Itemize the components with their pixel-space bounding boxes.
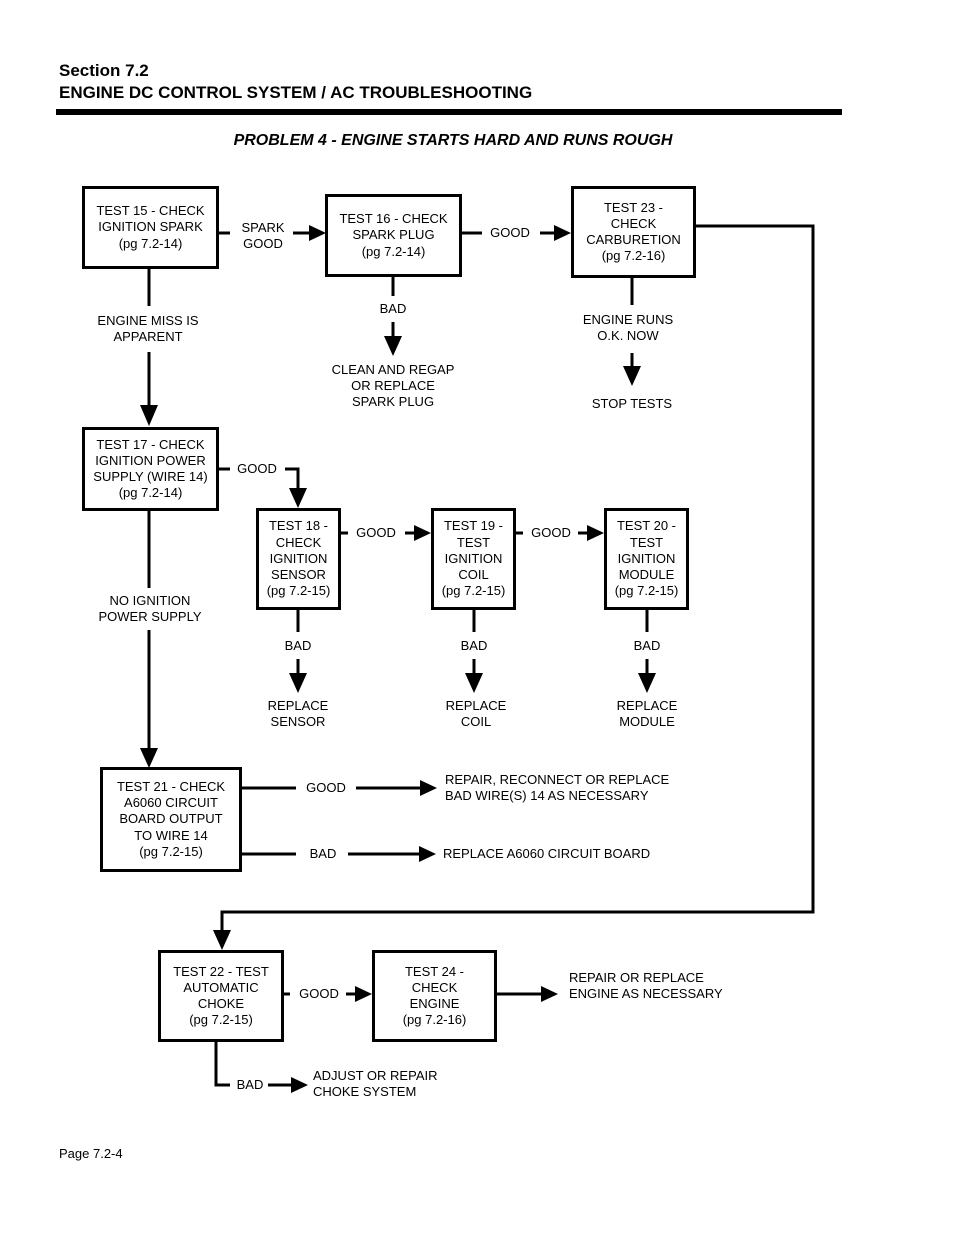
arrowhead-21-bad [419, 846, 436, 862]
label-no-ignition-power: NO IGNITION POWER SUPPLY [90, 593, 210, 626]
result-stop-tests: STOP TESTS [582, 396, 682, 413]
result-replace-sensor: REPLACE SENSOR [258, 698, 338, 731]
arrowhead-22-bad [291, 1077, 308, 1093]
test-20-box: TEST 20 - TEST IGNITION MODULE (pg 7.2-1… [604, 508, 689, 610]
label-bad-19: BAD [454, 638, 494, 655]
arrowhead-16-bad [384, 336, 402, 356]
test-21-box: TEST 21 - CHECK A6060 CIRCUIT BOARD OUTP… [100, 767, 242, 872]
result-replace-coil: REPLACE COIL [436, 698, 516, 731]
arrowhead-23-ok [623, 366, 641, 386]
label-engine-miss: ENGINE MISS IS APPARENT [82, 313, 214, 346]
label-spark-good: SPARK GOOD [235, 220, 291, 253]
arrowhead-19-20 [587, 525, 604, 541]
arrowhead-16-23 [554, 225, 571, 241]
test-23-box: TEST 23 - CHECK CARBURETION (pg 7.2-16) [571, 186, 696, 278]
test-16-box: TEST 16 - CHECK SPARK PLUG (pg 7.2-14) [325, 194, 462, 277]
label-good-18-19: GOOD [350, 525, 402, 542]
result-adjust-choke: ADJUST OR REPAIR CHOKE SYSTEM [313, 1068, 438, 1101]
connector-22-bad [214, 1041, 230, 1087]
page-number: Page 7.2-4 [59, 1146, 123, 1161]
arrowhead-17-21 [140, 748, 158, 768]
label-bad-18: BAD [278, 638, 318, 655]
label-good-19-20: GOOD [525, 525, 577, 542]
label-bad-22: BAD [232, 1077, 268, 1094]
arrowhead-17-18 [289, 488, 307, 508]
result-replace-module: REPLACE MODULE [607, 698, 687, 731]
test-17-box: TEST 17 - CHECK IGNITION POWER SUPPLY (W… [82, 427, 219, 511]
label-bad-20: BAD [627, 638, 667, 655]
arrowhead-20-bad [638, 673, 656, 693]
test-18-box: TEST 18 - CHECK IGNITION SENSOR (pg 7.2-… [256, 508, 341, 610]
label-good-17-18: GOOD [232, 461, 282, 478]
label-good-22-24: GOOD [294, 986, 344, 1003]
result-repair-engine: REPAIR OR REPLACE ENGINE AS NECESSARY [569, 970, 723, 1003]
arrowhead-19-bad [465, 673, 483, 693]
label-bad-21: BAD [302, 846, 344, 863]
arrowhead-21-good [420, 780, 437, 796]
arrowhead-18-bad [289, 673, 307, 693]
label-engine-runs-ok: ENGINE RUNS O.K. NOW [572, 312, 684, 345]
result-clean-regap: CLEAN AND REGAP OR REPLACE SPARK PLUG [322, 362, 464, 411]
arrowhead-22-24 [355, 986, 372, 1002]
label-bad-16: BAD [373, 301, 413, 318]
arrowhead-15-16 [309, 225, 326, 241]
test-24-box: TEST 24 - CHECK ENGINE (pg 7.2-16) [372, 950, 497, 1042]
test-19-box: TEST 19 - TEST IGNITION COIL (pg 7.2-15) [431, 508, 516, 610]
label-good-16-23: GOOD [484, 225, 536, 242]
arrowhead-23-22 [213, 930, 231, 950]
result-replace-a6060: REPLACE A6060 CIRCUIT BOARD [443, 846, 651, 863]
arrowhead-24-result [541, 986, 558, 1002]
test-22-box: TEST 22 - TEST AUTOMATIC CHOKE (pg 7.2-1… [158, 950, 284, 1042]
label-good-21: GOOD [300, 780, 352, 797]
result-repair-wire-14: REPAIR, RECONNECT OR REPLACE BAD WIRE(S)… [445, 772, 670, 805]
test-15-box: TEST 15 - CHECK IGNITION SPARK (pg 7.2-1… [82, 186, 219, 269]
arrowhead-15-17 [140, 405, 158, 426]
arrowhead-18-19 [414, 525, 431, 541]
